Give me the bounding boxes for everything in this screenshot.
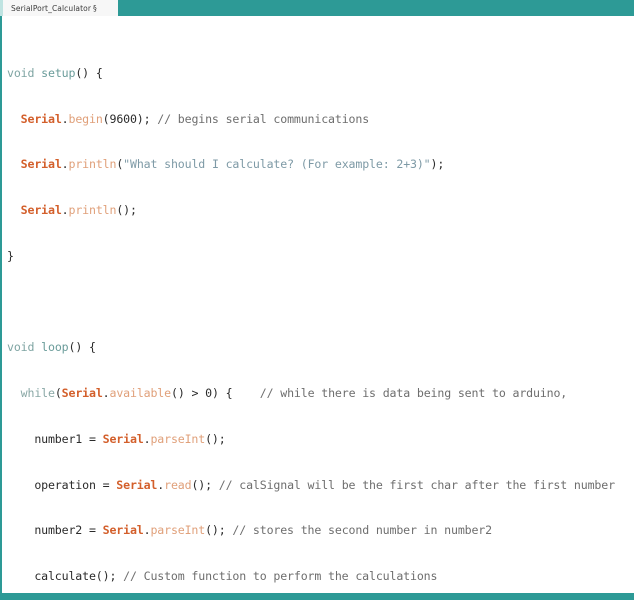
code-editor-area[interactable]: void setup() { Serial.begin(9600); // be… — [0, 16, 634, 593]
code-text[interactable]: void setup() { Serial.begin(9600); // be… — [2, 16, 634, 593]
code-line[interactable]: void loop() { — [2, 340, 634, 355]
code-line[interactable]: while(Serial.available() > 0) { // while… — [2, 386, 634, 401]
code-line[interactable] — [2, 295, 634, 310]
code-line[interactable]: number2 = Serial.parseInt(); // stores t… — [2, 523, 634, 538]
code-line[interactable]: number1 = Serial.parseInt(); — [2, 432, 634, 447]
sketch-tab-serialport-calculator[interactable]: SerialPort_Calculator § — [0, 0, 118, 16]
code-line[interactable]: Serial.println("What should I calculate?… — [2, 157, 634, 172]
code-line[interactable]: operation = Serial.read(); // calSignal … — [2, 478, 634, 493]
editor-tab-bar: SerialPort_Calculator § — [0, 0, 634, 16]
status-bar — [0, 593, 634, 600]
code-line[interactable]: void setup() { — [2, 66, 634, 81]
arduino-ide-editor-window: SerialPort_Calculator § void setup() { S… — [0, 0, 634, 600]
code-line[interactable]: calculate(); // Custom function to perfo… — [2, 569, 634, 584]
code-line[interactable]: Serial.begin(9600); // begins serial com… — [2, 112, 634, 127]
code-line[interactable]: Serial.println(); — [2, 203, 634, 218]
code-line[interactable]: } — [2, 249, 634, 264]
sketch-tab-label: SerialPort_Calculator — [11, 3, 92, 13]
sketch-tab-modified-marker: § — [93, 3, 97, 13]
